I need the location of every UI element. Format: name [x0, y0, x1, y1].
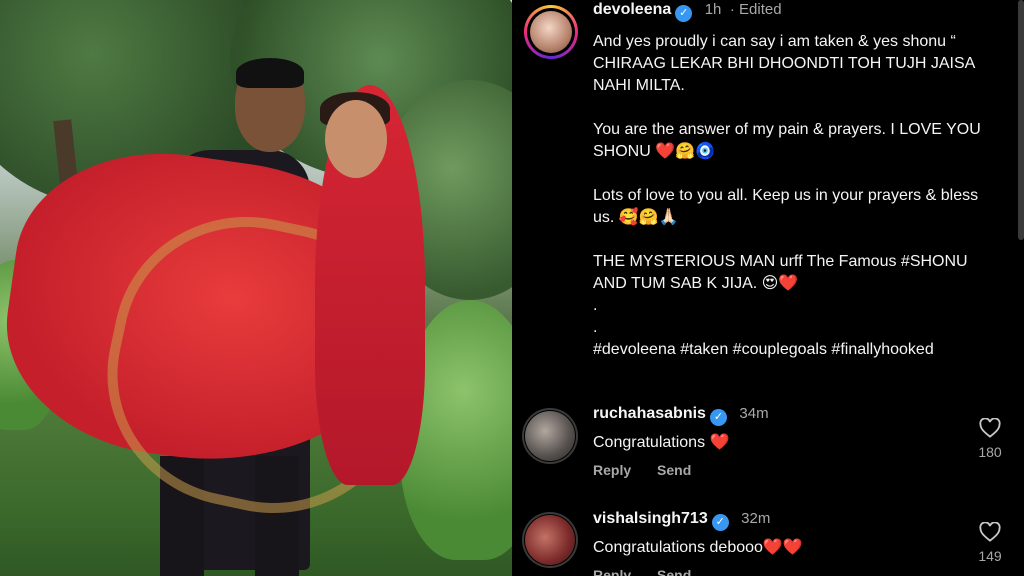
reply-button[interactable]: Reply [593, 462, 631, 478]
comment-text: Congratulations ❤️ [593, 434, 730, 451]
heart-outline-icon[interactable] [979, 522, 1001, 542]
post-caption: And yes proudly i can say i am taken & y… [593, 31, 1003, 361]
caption-line [593, 163, 1003, 185]
post-time: 1h [704, 1, 722, 18]
send-button[interactable]: Send [657, 462, 691, 478]
groom-hair [236, 58, 304, 88]
caption-line: And yes proudly i can say i am taken & y… [593, 33, 975, 94]
like-count: 149 [978, 548, 1002, 564]
caption-line: . [593, 319, 598, 336]
bride-face [325, 100, 387, 178]
edited-label: · Edited [729, 1, 782, 18]
comment-actions: Reply Send [593, 462, 713, 478]
comment-avatar[interactable] [522, 512, 578, 568]
caption-hashtags[interactable]: #devoleena #taken #couplegoals #finallyh… [593, 339, 1003, 361]
reply-button[interactable]: Reply [593, 567, 631, 576]
comment-like[interactable]: 149 [970, 522, 1010, 564]
caption-line: You are the answer of my pain & prayers.… [593, 121, 981, 160]
post-photo [0, 0, 512, 576]
caption-line: THE MYSTERIOUS MAN urff The Famous #SHON… [593, 253, 968, 292]
comment-like[interactable]: 180 [970, 418, 1010, 460]
verified-badge-icon: ✓ [709, 409, 727, 426]
verified-badge-icon: ✓ [675, 5, 693, 22]
comment-header: vishalsingh713 ✓ 32m [593, 509, 770, 531]
author-avatar[interactable] [524, 5, 578, 59]
verified-badge-icon: ✓ [711, 514, 729, 531]
comment-text: Congratulations debooo❤️❤️ [593, 539, 803, 556]
comment-username[interactable]: ruchahasabnis [593, 405, 706, 422]
comment-time: 34m [739, 405, 769, 422]
caption-line: . [593, 297, 598, 314]
heart-outline-icon[interactable] [979, 418, 1001, 438]
caption-line [593, 97, 1003, 119]
post-detail-panel: devoleena ✓ 1h · Edited And yes proudly i… [512, 0, 1024, 576]
comment-header: ruchahasabnis ✓ 34m [593, 404, 769, 426]
comment-time: 32m [741, 510, 771, 527]
comment-username[interactable]: vishalsingh713 [593, 510, 708, 527]
scrollbar[interactable] [1018, 0, 1024, 240]
caption-line: Lots of love to you all. Keep us in your… [593, 187, 979, 226]
like-count: 180 [978, 444, 1002, 460]
caption-line [593, 229, 1003, 251]
author-username[interactable]: devoleena [593, 1, 671, 18]
comment-avatar[interactable] [522, 408, 578, 464]
comment-actions: Reply Send [593, 567, 713, 576]
post-header: devoleena ✓ 1h · Edited [593, 0, 782, 22]
send-button[interactable]: Send [657, 567, 691, 576]
